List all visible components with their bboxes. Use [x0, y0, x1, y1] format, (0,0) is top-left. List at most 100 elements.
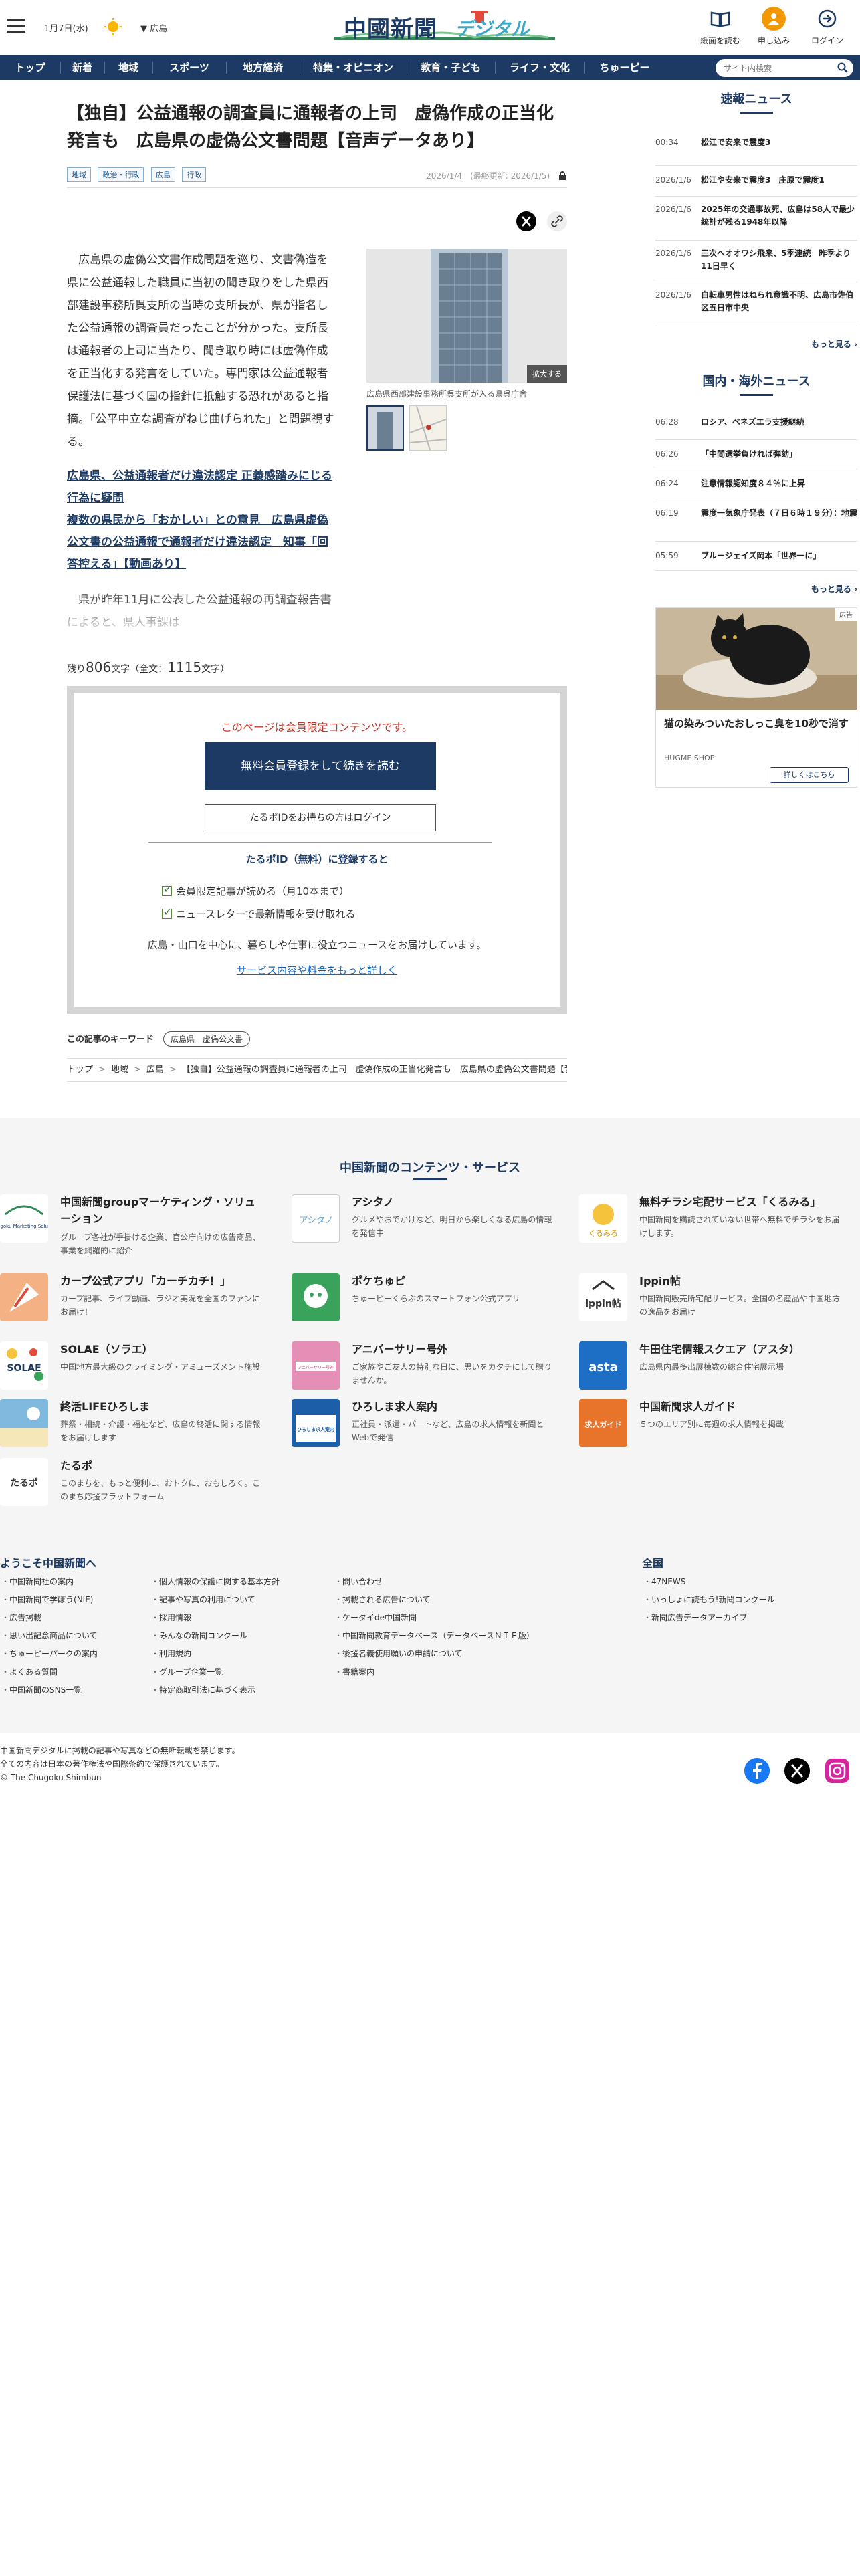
- login-button[interactable]: ログイン: [802, 7, 852, 46]
- signup-button[interactable]: 申し込み: [749, 7, 798, 46]
- service-item[interactable]: 求人ガイド 中国新聞求人ガイド ５つのエリア別に毎週の求人情報を掲載: [579, 1399, 847, 1459]
- nav-education[interactable]: 教育・子ども: [407, 55, 495, 80]
- related-link[interactable]: 複数の県民から「おかしい」との意見 広島県虚偽公文書の公益通報で通報者だけ違法認…: [67, 510, 334, 576]
- logo-mark: ippin帖: [585, 1298, 621, 1309]
- enlarge-button[interactable]: 拡大する: [527, 365, 567, 383]
- footer-link[interactable]: 思い出記念商品について: [1, 1627, 148, 1645]
- news-item[interactable]: 2026/1/6 2025年の交通事故死、広島は58人で最少 統計が残る1948年…: [655, 197, 860, 241]
- footer-link[interactable]: いっしょに読もう!新聞コンクール: [643, 1591, 844, 1609]
- footer-link[interactable]: 掲載される広告について: [334, 1591, 615, 1609]
- logo-mark: asta: [588, 1360, 618, 1374]
- nav-opinion[interactable]: 特集・オピニオン: [300, 55, 407, 80]
- footer-link[interactable]: グループ企業一覧: [151, 1663, 332, 1681]
- menu-icon[interactable]: [7, 19, 25, 33]
- nav-region[interactable]: 地域: [104, 55, 152, 80]
- footer-link[interactable]: ケータイde中国新聞: [334, 1609, 615, 1627]
- free-register-button[interactable]: 無料会員登録をして続きを読む: [205, 742, 436, 790]
- nav-top[interactable]: トップ: [0, 55, 60, 80]
- news-item[interactable]: 05:59 ブルージェイズ岡本「世界一に」: [655, 542, 857, 571]
- tag-link[interactable]: 行政: [182, 167, 207, 183]
- nav-sports[interactable]: スポーツ: [152, 55, 226, 80]
- service-item[interactable]: asta 牛田住宅情報スクエア（アスタ） 広島県内最多出展棟数の総合住宅展示場: [579, 1341, 847, 1402]
- service-item[interactable]: たるポ たるポ このまちを、もっと便利に、おトクに、おもしろく。このまち応援プラ…: [0, 1458, 267, 1518]
- breadcrumb-hiroshima[interactable]: 広島: [146, 1065, 164, 1075]
- footer-links-col1: 中国新聞社の案内 中国新聞で学ぼう(NIE) 広告掲載 思い出記念商品について …: [1, 1573, 148, 1699]
- main-nav: トップ 新着 地域 スポーツ 地方経済 特集・オピニオン 教育・子ども ライフ・…: [0, 55, 860, 80]
- footer-link[interactable]: みんなの新聞コンクール: [151, 1627, 332, 1645]
- footer-link[interactable]: 後援名義使用願いの申請について: [334, 1645, 615, 1663]
- breaking-more-link[interactable]: もっと見る ›: [655, 338, 857, 372]
- service-item[interactable]: カープ公式アプリ「カーチカチ！」 カープ記事、ライブ動画、ラジオ実況を全国のファ…: [0, 1273, 267, 1333]
- tag-link[interactable]: 広島: [150, 167, 175, 183]
- news-item[interactable]: 00:34 松江で安来で震度3: [655, 124, 857, 166]
- map-thumbnail[interactable]: [409, 405, 447, 451]
- footer-link[interactable]: 広告掲載: [1, 1609, 148, 1627]
- footer-link[interactable]: 中国新聞社の案内: [1, 1573, 148, 1591]
- footer-link[interactable]: 問い合わせ: [334, 1573, 615, 1591]
- service-details-link[interactable]: サービス内容や料金をもっと詳しく: [74, 963, 560, 977]
- site-logo[interactable]: 中國新聞 デジタル: [334, 8, 555, 45]
- service-item[interactable]: アシタノ アシタノ グルメやおでかけなど、明日から楽しくなる広島の情報を発信中: [292, 1194, 559, 1255]
- region-selector[interactable]: ▼ 広島: [140, 21, 167, 34]
- nav-economy[interactable]: 地方経済: [226, 55, 300, 80]
- breadcrumb: トップ > 地域 > 広島 > 【独自】公益通報の調査員に通報者の上司 虚偽作成の正当化発言…: [67, 1058, 567, 1082]
- newspaper-icon: [708, 7, 732, 31]
- asta-logo: asta: [579, 1341, 627, 1390]
- tag-link[interactable]: 地域: [67, 167, 91, 183]
- news-item[interactable]: 2026/1/6 三次ヘオオワシ飛来、5季連続 昨季より11日早く: [655, 241, 857, 282]
- search-icon[interactable]: [837, 62, 848, 76]
- signup-icon: [762, 7, 786, 31]
- news-item[interactable]: 2026/1/6 松江や安来で震度3 庄原で震度1: [655, 166, 857, 197]
- tarupo-login-button[interactable]: たるポIDをお持ちの方はログイン: [205, 804, 436, 831]
- news-item[interactable]: 06:28 ロシア、ベネズエラ支援継続: [655, 408, 857, 440]
- footer-link[interactable]: 中国新聞のSNS一覧: [1, 1681, 148, 1699]
- search-input[interactable]: [724, 62, 831, 74]
- footer-link[interactable]: 中国新聞で学ぼう(NIE): [1, 1591, 148, 1609]
- news-item[interactable]: 06:19 震度一気象庁発表（７日６時１９分）：地震: [655, 500, 857, 542]
- breadcrumb-top[interactable]: トップ: [67, 1065, 93, 1075]
- service-item[interactable]: 終活LIFEひろしま 葬祭・相続・介護・福祉など、広島の終活に関する情報をお届け…: [0, 1399, 267, 1459]
- footer-link[interactable]: 新聞広告データアーカイブ: [643, 1609, 844, 1627]
- service-item[interactable]: ippin帖 Ippin帖 中国新聞販売所宅配サービス。全国の名産品や中国地方の…: [579, 1273, 847, 1333]
- service-item[interactable]: SOLAE SOLAE（ソラエ） 中国地方最大級のクライミング・アミューズメント…: [0, 1341, 267, 1402]
- breadcrumb-region[interactable]: 地域: [111, 1065, 128, 1075]
- copy-link-icon[interactable]: [547, 211, 567, 231]
- service-item[interactable]: Chugoku Marketing Solution 中国新聞groupマーケテ…: [0, 1194, 267, 1255]
- footer-link[interactable]: 記事や写真の利用について: [151, 1591, 332, 1609]
- service-item[interactable]: アニバーサリー号外 アニバーサリー号外 ご家族やご友人の特別な日に、思いをカタチ…: [292, 1341, 559, 1402]
- breaking-news-title: 速報ニュース: [655, 90, 857, 114]
- article-photo[interactable]: 拡大する: [366, 249, 567, 383]
- service-item[interactable]: ひろしま求人案内 ひろしま求人案内 正社員・派遣・パートなど、広島の求人情報を新…: [292, 1399, 559, 1459]
- instagram-icon[interactable]: [824, 1757, 851, 1784]
- related-link[interactable]: 広島県、公益通報者だけ違法認定 正義感踏みにじる行為に疑問: [67, 465, 334, 510]
- read-paper-button[interactable]: 紙面を読む: [695, 7, 745, 46]
- footer-link[interactable]: 個人情報の保護に関する基本方針: [151, 1573, 332, 1591]
- tag-link[interactable]: 政治・行政: [98, 167, 144, 183]
- photo-thumbnail[interactable]: [366, 405, 404, 451]
- footer-link[interactable]: 利用規約: [151, 1645, 332, 1663]
- ad-details-button[interactable]: 詳しくはこちら: [770, 767, 849, 783]
- x-icon[interactable]: [784, 1757, 811, 1784]
- nav-chupy[interactable]: ちゅーピー: [584, 55, 665, 80]
- news-item[interactable]: 06:26 「中間選挙負ければ弾劾」: [655, 440, 857, 469]
- x-share-icon[interactable]: [516, 211, 536, 231]
- nav-life[interactable]: ライフ・文化: [495, 55, 584, 80]
- footer-link[interactable]: 採用情報: [151, 1609, 332, 1627]
- footer-link[interactable]: 47NEWS: [643, 1573, 844, 1591]
- article-date: 2026/1/4 (最終更新: 2026/1/5): [426, 170, 567, 181]
- footer-link[interactable]: 書籍案内: [334, 1663, 615, 1681]
- news-item[interactable]: 2026/1/6 自転車男性はねられ意識不明、広島市佐伯区五日市中央: [655, 282, 857, 326]
- footer-link[interactable]: よくある質問: [1, 1663, 148, 1681]
- sidebar-ad[interactable]: 広告 猫の染みついたおしっこ臭を10秒で消す HUGME SHOP 詳しくはこち…: [655, 607, 857, 788]
- facebook-icon[interactable]: [744, 1757, 770, 1784]
- keyword-tag[interactable]: 広島県 虚偽公文書: [163, 1031, 251, 1047]
- nav-latest[interactable]: 新着: [60, 55, 104, 80]
- world-more-link[interactable]: もっと見る ›: [655, 583, 857, 595]
- footer-link[interactable]: 中国新聞教育データベース（データベースＮＩＥ版）: [334, 1627, 615, 1645]
- service-item[interactable]: くるみる 無料チラシ宅配サービス「くるみる」 中国新聞を購読されていない世帯へ無…: [579, 1194, 847, 1255]
- footer-link[interactable]: ちゅーピーパークの案内: [1, 1645, 148, 1663]
- news-item[interactable]: 06:24 注意情報認知度８４％に上昇: [655, 469, 857, 500]
- footer-link[interactable]: 特定商取引法に基づく表示: [151, 1681, 332, 1699]
- shukatsu-logo: [0, 1399, 48, 1447]
- service-item[interactable]: ポケちゅピ ちゅーピーくらぶのスマートフォン公式アプリ: [292, 1273, 559, 1333]
